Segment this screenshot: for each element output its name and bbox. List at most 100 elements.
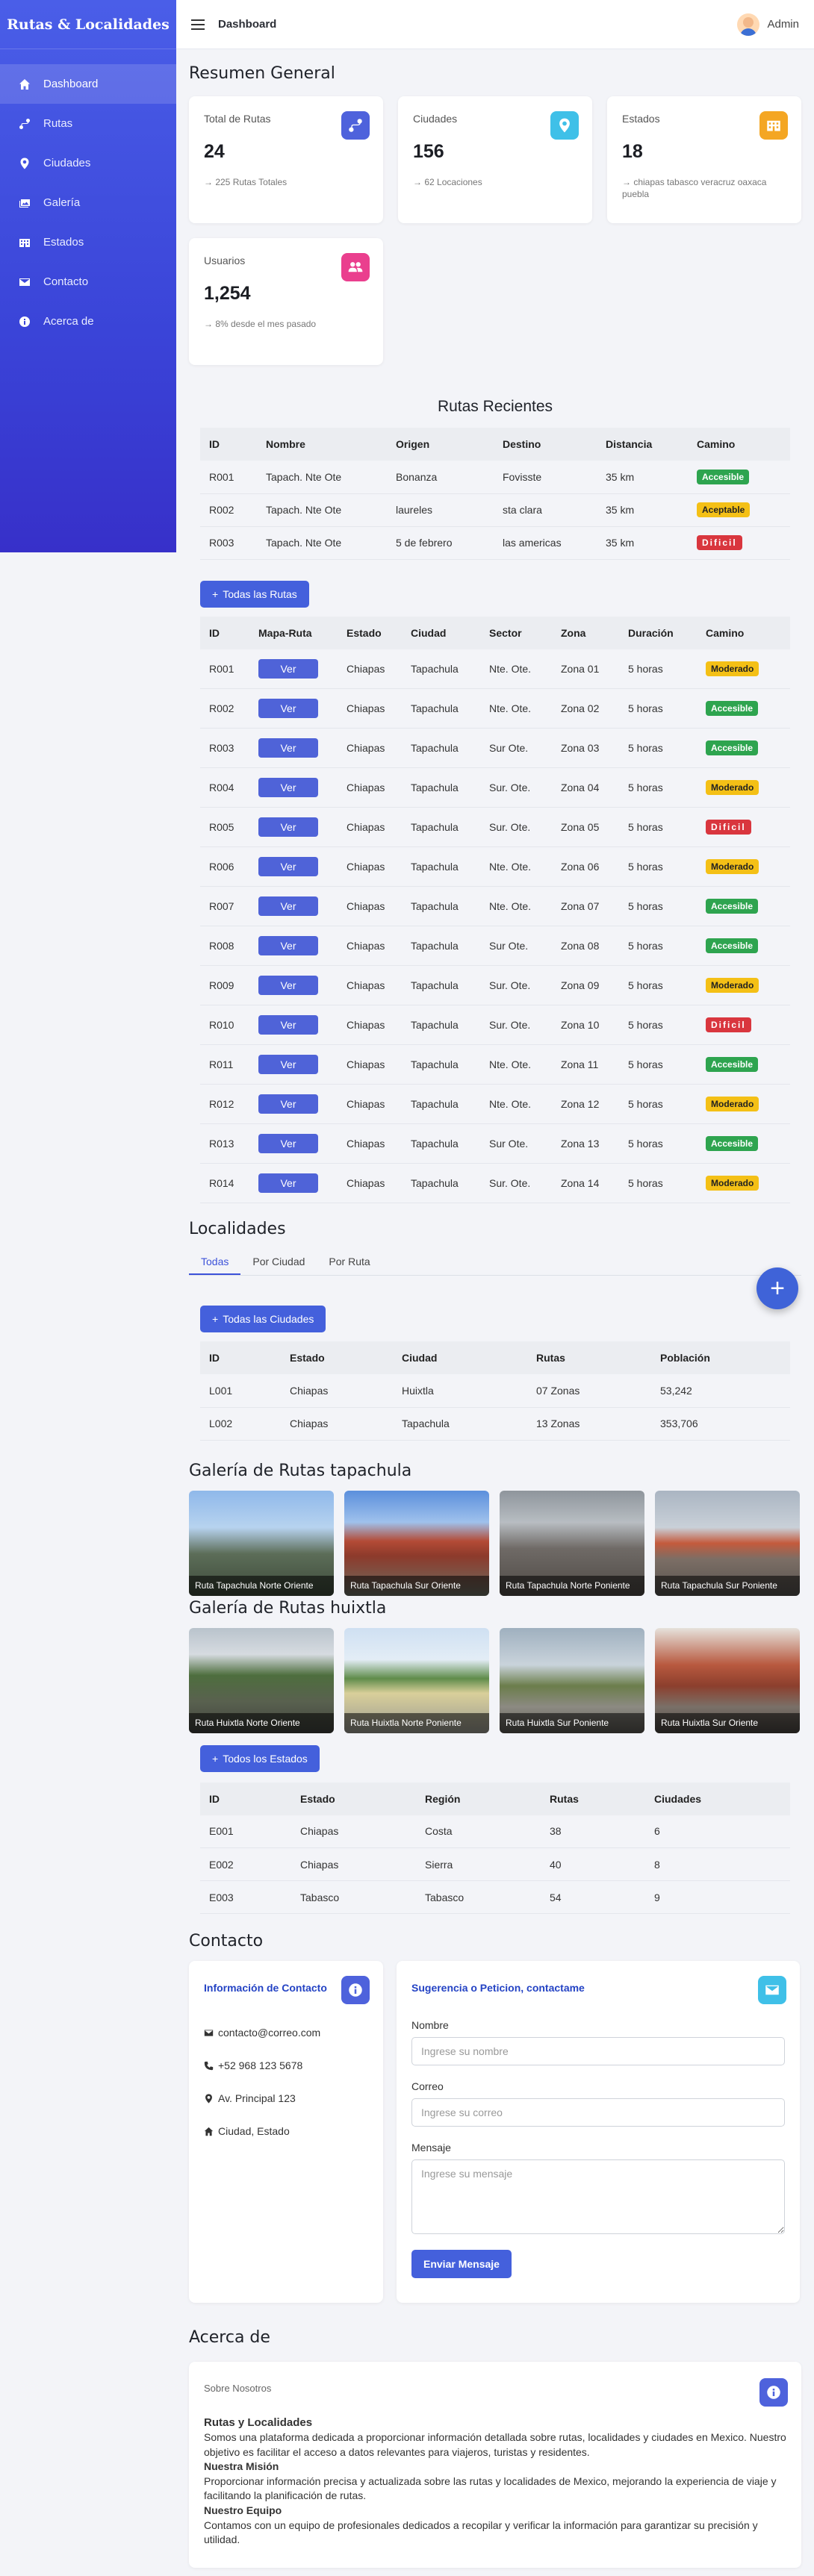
gallery-image[interactable]: Ruta Tapachula Norte Oriente bbox=[189, 1490, 334, 1596]
sidebar-item-dashboard[interactable]: Dashboard bbox=[0, 64, 176, 104]
gallery-image[interactable]: Ruta Tapachula Sur Poniente bbox=[655, 1490, 800, 1596]
mapa-cell: Ver bbox=[249, 807, 338, 847]
add-fab-button[interactable]: + bbox=[756, 1267, 798, 1309]
gallery-image[interactable]: Ruta Tapachula Norte Poniente bbox=[500, 1490, 644, 1596]
stat-value: 1,254 bbox=[204, 283, 251, 304]
tab-por-ciudad[interactable]: Por Ciudad bbox=[240, 1249, 317, 1275]
th-ciudades: Ciudades bbox=[654, 1792, 702, 1805]
duracion-cell: 5 horas bbox=[619, 1163, 697, 1203]
gallery-image[interactable]: Ruta Huixtla Norte Poniente bbox=[344, 1627, 489, 1733]
view-map-button[interactable]: Ver bbox=[258, 778, 318, 797]
table-row: R011 Ver Chiapas Tapachula Nte. Ote. Zona 11 5… bbox=[200, 1044, 790, 1085]
table-row: R013 Ver Chiapas Tapachula Sur Ote. Zona 13 5 … bbox=[200, 1123, 790, 1164]
sidebar-item-rutas[interactable]: Rutas bbox=[0, 104, 176, 143]
view-map-button[interactable]: Ver bbox=[258, 699, 318, 718]
ciudad-cell: Tapachula bbox=[402, 1005, 480, 1045]
sector-cell: Sur Ote. bbox=[480, 926, 552, 966]
gallery-image[interactable]: Ruta Huixtla Sur Poniente bbox=[500, 1627, 644, 1733]
table-row: L002 Chiapas Tapachula 13 Zonas 353,706 bbox=[200, 1407, 790, 1441]
id-cell: L001 bbox=[200, 1374, 281, 1408]
view-map-button[interactable]: Ver bbox=[258, 1173, 318, 1193]
page-title: Dashboard bbox=[218, 18, 277, 31]
table-header-row: ID Nombre Origen Destino Distancia Camin… bbox=[200, 428, 790, 461]
id-cell: R014 bbox=[200, 1163, 249, 1203]
estado-cell: Chiapas bbox=[338, 767, 402, 808]
table-row: R004 Ver Chiapas Tapachula Sur. Ote. Zona 04 5… bbox=[200, 767, 790, 808]
view-map-button[interactable]: Ver bbox=[258, 1055, 318, 1074]
view-map-button[interactable]: Ver bbox=[258, 936, 318, 955]
status-badge: Dificil bbox=[706, 1017, 751, 1032]
about-heading-2: Nuestra Misión bbox=[204, 2460, 279, 2473]
all-routes-button[interactable]: + Todas las Rutas bbox=[200, 580, 309, 608]
user-menu[interactable]: Admin bbox=[737, 13, 799, 36]
view-map-button[interactable]: Ver bbox=[258, 976, 318, 995]
table-row: R014 Ver Chiapas Tapachula Sur. Ote. Zona 14 5… bbox=[200, 1163, 790, 1203]
sector-cell: Nte. Ote. bbox=[480, 1044, 552, 1085]
view-map-button[interactable]: Ver bbox=[258, 1015, 318, 1035]
sidebar-item-galeria[interactable]: Galería bbox=[0, 183, 176, 222]
view-map-button[interactable]: Ver bbox=[258, 817, 318, 837]
tab-todas[interactable]: Todas bbox=[189, 1249, 241, 1275]
sector-cell: Sur. Ote. bbox=[480, 965, 552, 1005]
contact-phone[interactable]: +52 968 123 5678 bbox=[204, 2049, 368, 2082]
region-cell: Costa bbox=[416, 1815, 541, 1848]
th-id: ID bbox=[209, 626, 220, 639]
building-icon bbox=[759, 111, 788, 140]
gallery-image[interactable]: Ruta Tapachula Sur Oriente bbox=[344, 1490, 489, 1596]
duracion-cell: 5 horas bbox=[619, 1044, 697, 1085]
rutas-cell: 38 bbox=[541, 1815, 645, 1848]
stat-sub: → 62 Locaciones bbox=[413, 177, 482, 187]
contact-form-title: Sugerencia o Peticion, contactame bbox=[411, 1982, 585, 1994]
gallery-image[interactable]: Ruta Huixtla Norte Oriente bbox=[189, 1627, 334, 1733]
th-origen: Origen bbox=[396, 438, 430, 450]
estado-cell: Chiapas bbox=[338, 688, 402, 729]
all-states-button[interactable]: + Todos los Estados bbox=[200, 1744, 320, 1772]
sidebar-item-label: Contacto bbox=[43, 275, 89, 288]
sector-cell: Nte. Ote. bbox=[480, 1084, 552, 1124]
th-distancia: Distancia bbox=[606, 438, 653, 450]
duracion-cell: 5 horas bbox=[619, 728, 697, 768]
brand-title[interactable]: Rutas & Localidades bbox=[0, 0, 176, 49]
th-ciudad: Ciudad bbox=[411, 626, 447, 639]
gallery-huixtla: Ruta Huixtla Norte Oriente Ruta Huixtla … bbox=[189, 1627, 801, 1733]
stat-value: 18 bbox=[622, 141, 643, 162]
menu-toggle-icon[interactable] bbox=[191, 19, 205, 30]
sidebar-item-contacto[interactable]: Contacto bbox=[0, 262, 176, 302]
contact-email[interactable]: contacto@correo.com bbox=[204, 2016, 368, 2049]
id-cell: R006 bbox=[200, 846, 249, 887]
mapa-cell: Ver bbox=[249, 965, 338, 1005]
all-cities-button[interactable]: + Todas las Ciudades bbox=[200, 1306, 326, 1332]
zona-cell: Zona 12 bbox=[552, 1084, 619, 1124]
distancia-cell: 35 km bbox=[597, 526, 688, 560]
sidebar-item-estados[interactable]: Estados bbox=[0, 222, 176, 262]
view-map-button[interactable]: Ver bbox=[258, 738, 318, 758]
duracion-cell: 5 horas bbox=[619, 1123, 697, 1164]
view-map-button[interactable]: Ver bbox=[258, 896, 318, 916]
localidades-table-body: L001 Chiapas Huixtla 07 Zonas 53,242 L002 Chia… bbox=[200, 1374, 790, 1441]
sidebar-item-acerca[interactable]: Acerca de bbox=[0, 302, 176, 341]
ciudad-cell: Tapachula bbox=[402, 926, 480, 966]
email-field[interactable] bbox=[411, 2098, 785, 2127]
sector-cell: Sur. Ote. bbox=[480, 1005, 552, 1045]
camino-cell: Accesible bbox=[697, 1044, 790, 1085]
avatar bbox=[737, 13, 760, 36]
th-mapa-ruta: Mapa-Ruta bbox=[258, 626, 312, 639]
send-message-button[interactable]: Enviar Mensaje bbox=[411, 2250, 512, 2278]
view-map-button[interactable]: Ver bbox=[258, 1134, 318, 1153]
sidebar-item-ciudades[interactable]: Ciudades bbox=[0, 143, 176, 183]
view-map-button[interactable]: Ver bbox=[258, 1094, 318, 1114]
route-icon bbox=[341, 111, 370, 140]
sector-cell: Sur. Ote. bbox=[480, 807, 552, 847]
tab-por-ruta[interactable]: Por Ruta bbox=[317, 1249, 382, 1275]
view-map-button[interactable]: Ver bbox=[258, 857, 318, 876]
map-pin-icon bbox=[205, 2093, 212, 2103]
mapa-cell: Ver bbox=[249, 1123, 338, 1164]
origen-cell: laureles bbox=[387, 493, 494, 527]
id-cell: R013 bbox=[200, 1123, 249, 1164]
mapa-cell: Ver bbox=[249, 688, 338, 729]
gallery-image[interactable]: Ruta Huixtla Sur Oriente bbox=[655, 1627, 800, 1733]
view-map-button[interactable]: Ver bbox=[258, 658, 318, 679]
duracion-cell: 5 horas bbox=[619, 965, 697, 1005]
name-input[interactable] bbox=[411, 2037, 785, 2065]
message-textarea[interactable] bbox=[411, 2159, 785, 2234]
